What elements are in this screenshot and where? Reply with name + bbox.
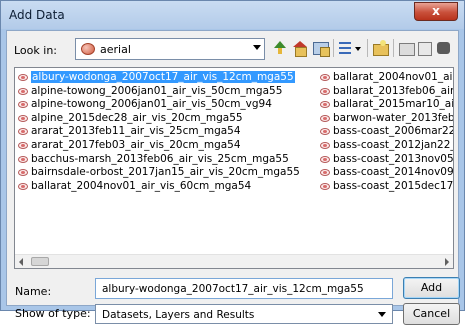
add-button[interactable]: Add xyxy=(403,277,460,299)
raster-dataset-icon xyxy=(320,182,330,190)
dialog-title: Add Data xyxy=(9,8,65,22)
view-menu-icon[interactable] xyxy=(337,39,363,57)
file-list[interactable]: albury-wodonga_2007oct17_air_vis_12cm_mg… xyxy=(14,67,454,269)
toolbox-icon[interactable] xyxy=(397,39,415,57)
raster-dataset-icon xyxy=(320,114,330,122)
folder-icon xyxy=(81,43,95,55)
file-column-2: ballarat_2004nov01_air_vi ballarat_2013f… xyxy=(319,71,453,194)
raster-dataset-icon xyxy=(320,74,330,81)
show-of-type-dropdown[interactable]: Datasets, Layers and Results xyxy=(95,304,393,324)
list-item[interactable]: ararat_2017feb03_air_vis_20cm_mga54 xyxy=(17,139,307,153)
list-item[interactable]: bairnsdale-orbost_2017jan15_air_vis_20cm… xyxy=(17,166,307,180)
chevron-down-icon xyxy=(253,45,261,50)
horizontal-scrollbar[interactable] xyxy=(15,254,453,268)
raster-dataset-icon xyxy=(320,141,330,149)
list-item[interactable]: bass-coast_2015dec17_air xyxy=(319,180,453,194)
list-item[interactable]: bass-coast_2012jan22_air_ xyxy=(319,139,453,153)
list-item[interactable]: ballarat_2004nov01_air_vis_60cm_mga54 xyxy=(17,180,307,194)
file-column-1: albury-wodonga_2007oct17_air_vis_12cm_mg… xyxy=(17,71,307,193)
raster-dataset-icon xyxy=(320,128,330,136)
up-one-level-icon[interactable] xyxy=(271,39,289,57)
title-bar[interactable]: Add Data x xyxy=(1,1,464,29)
scroll-right-icon[interactable] xyxy=(445,258,449,266)
look-in-dropdown[interactable]: aerial xyxy=(75,38,265,60)
catalog-icon[interactable] xyxy=(415,39,433,57)
toolbar-divider xyxy=(367,39,368,57)
scroll-thumb[interactable] xyxy=(31,257,49,266)
list-item[interactable]: barwon-water_2013feb06 xyxy=(319,112,453,126)
list-item[interactable]: ballarat_2015mar10_air_vi xyxy=(319,98,453,112)
toolbar-divider xyxy=(333,39,334,57)
connect-to-folder-icon[interactable] xyxy=(311,39,330,57)
list-item[interactable]: bass-coast_2013nov05_air xyxy=(319,153,453,167)
list-item[interactable]: bass-coast_2006mar22_ai xyxy=(319,125,453,139)
close-button[interactable]: x xyxy=(414,2,458,21)
name-label: Name: xyxy=(15,285,52,298)
dialog-body: Look in: aerial albury-wodonga_2007oct17… xyxy=(6,30,460,325)
raster-dataset-icon xyxy=(18,169,28,177)
cancel-button[interactable]: Cancel xyxy=(403,303,460,325)
list-item[interactable]: bacchus-marsh_2013feb06_air_vis_25cm_mga… xyxy=(17,153,307,167)
raster-dataset-icon xyxy=(18,87,28,95)
raster-dataset-icon xyxy=(320,155,330,163)
toolbar-divider xyxy=(393,39,394,57)
list-item[interactable]: albury-wodonga_2007oct17_air_vis_12cm_mg… xyxy=(17,71,307,85)
list-item[interactable]: alpine_2015dec28_air_vis_20cm_mga55 xyxy=(17,112,307,126)
raster-dataset-icon xyxy=(18,128,28,136)
look-in-label: Look in: xyxy=(14,44,57,57)
name-field[interactable] xyxy=(95,278,393,299)
new-folder-icon[interactable] xyxy=(371,39,389,57)
raster-dataset-icon xyxy=(18,114,28,122)
raster-dataset-icon xyxy=(18,74,28,81)
list-item[interactable]: ballarat_2013feb06_air_vis xyxy=(319,85,453,99)
list-item[interactable]: ballarat_2004nov01_air_vi xyxy=(319,71,453,85)
globe-icon[interactable] xyxy=(435,39,453,57)
chevron-down-icon xyxy=(378,312,386,317)
list-item[interactable]: bass-coast_2014nov09_air xyxy=(319,166,453,180)
list-item[interactable]: alpine-towong_2006jan01_air_vis_50cm_vg9… xyxy=(17,98,307,112)
raster-dataset-icon xyxy=(18,141,28,149)
raster-dataset-icon xyxy=(320,87,330,95)
add-data-dialog: Add Data x Look in: aerial albury-wodong… xyxy=(0,0,465,325)
list-item[interactable]: alpine-towong_2006jan01_air_vis_50cm_mga… xyxy=(17,85,307,99)
raster-dataset-icon xyxy=(18,182,28,190)
list-item[interactable]: ararat_2013feb11_air_vis_25cm_mga54 xyxy=(17,125,307,139)
raster-dataset-icon xyxy=(320,169,330,177)
raster-dataset-icon xyxy=(18,155,28,163)
show-of-type-label: Show of type: xyxy=(15,307,91,320)
raster-dataset-icon xyxy=(18,101,28,109)
home-icon[interactable] xyxy=(291,39,309,57)
scroll-left-icon[interactable] xyxy=(19,258,23,266)
look-in-value: aerial xyxy=(100,43,131,56)
raster-dataset-icon xyxy=(320,101,330,109)
